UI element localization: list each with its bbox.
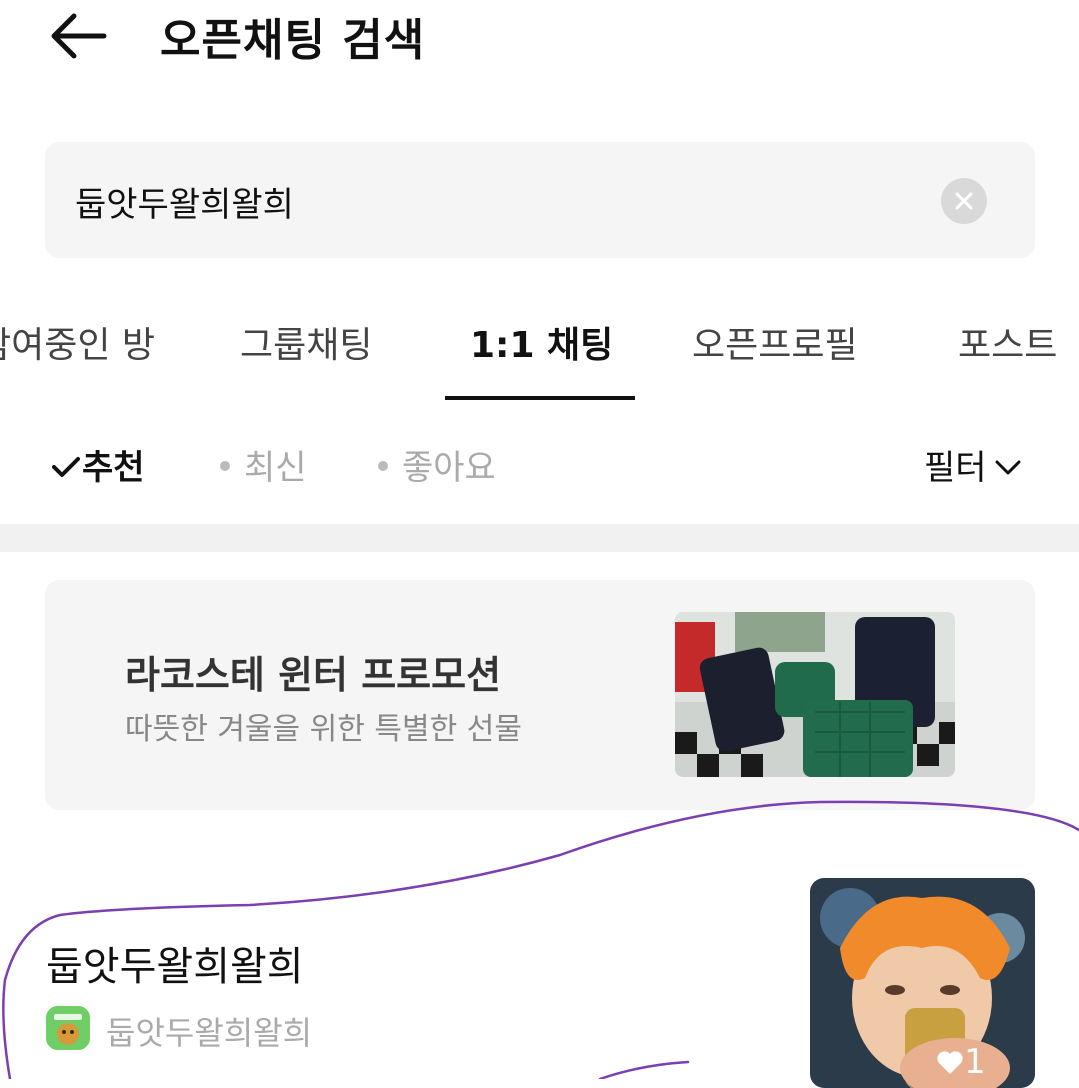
chat-result-item[interactable]: 둡앗두왈희왈희 둡앗두왈희왈희 (0, 870, 1079, 1088)
tab-one-on-one-chat[interactable]: 1:1 채팅 (470, 316, 613, 368)
search-input[interactable] (73, 172, 917, 230)
like-count-value: 1 (964, 1042, 986, 1082)
tab-open-profile[interactable]: 오픈프로필 (692, 316, 858, 368)
like-count: 1 (936, 1042, 986, 1082)
sort-latest-label: 최신 (244, 448, 307, 488)
filter-dropdown[interactable]: 필터 (924, 440, 1023, 489)
section-divider (0, 524, 1079, 552)
promotion-subtitle: 따뜻한 겨울을 위한 특별한 선물 (125, 712, 522, 747)
bullet-icon (378, 460, 388, 471)
chat-room-name: 둡앗두왈희왈희 (46, 944, 304, 990)
check-icon (52, 456, 80, 477)
sort-recommended-label: 추천 (82, 448, 145, 488)
promotion-banner[interactable]: 라코스테 윈터 프로모션 따뜻한 겨울을 위한 특별한 선물 (45, 580, 1035, 810)
search-box (45, 142, 1035, 258)
header: 오픈채팅 검색 (0, 0, 1079, 80)
sort-likes[interactable]: 좋아요 (378, 440, 496, 489)
chevron-down-icon (995, 460, 1021, 474)
tab-joined-rooms[interactable]: 참여중인 방 (0, 316, 155, 368)
filter-label: 필터 (924, 448, 987, 488)
back-button[interactable] (46, 8, 112, 64)
sort-latest[interactable]: 최신 (220, 440, 307, 489)
tab-group-chat[interactable]: 그룹채팅 (240, 316, 372, 368)
sort-recommended[interactable]: 추천 (50, 440, 145, 489)
page-title: 오픈채팅 검색 (160, 15, 426, 66)
promotion-image (675, 612, 955, 777)
heart-icon (937, 1050, 963, 1074)
back-arrow-icon (51, 13, 107, 59)
tab-bar: 참여중인 방 그룹채팅 1:1 채팅 오픈프로필 포스트 (0, 300, 1079, 400)
chat-thumbnail (810, 878, 1035, 1088)
host-name: 둡앗두왈희왈희 (106, 1014, 313, 1052)
sort-row: 추천 최신 좋아요 필터 (0, 430, 1079, 494)
clear-search-button[interactable] (941, 178, 987, 224)
bullet-icon (220, 460, 230, 471)
tab-post[interactable]: 포스트 (958, 316, 1057, 368)
clear-icon (955, 192, 973, 210)
promotion-title: 라코스테 윈터 프로모션 (125, 653, 502, 697)
active-tab-indicator (445, 396, 635, 400)
sort-likes-label: 좋아요 (402, 448, 496, 488)
avatar (46, 1006, 90, 1050)
